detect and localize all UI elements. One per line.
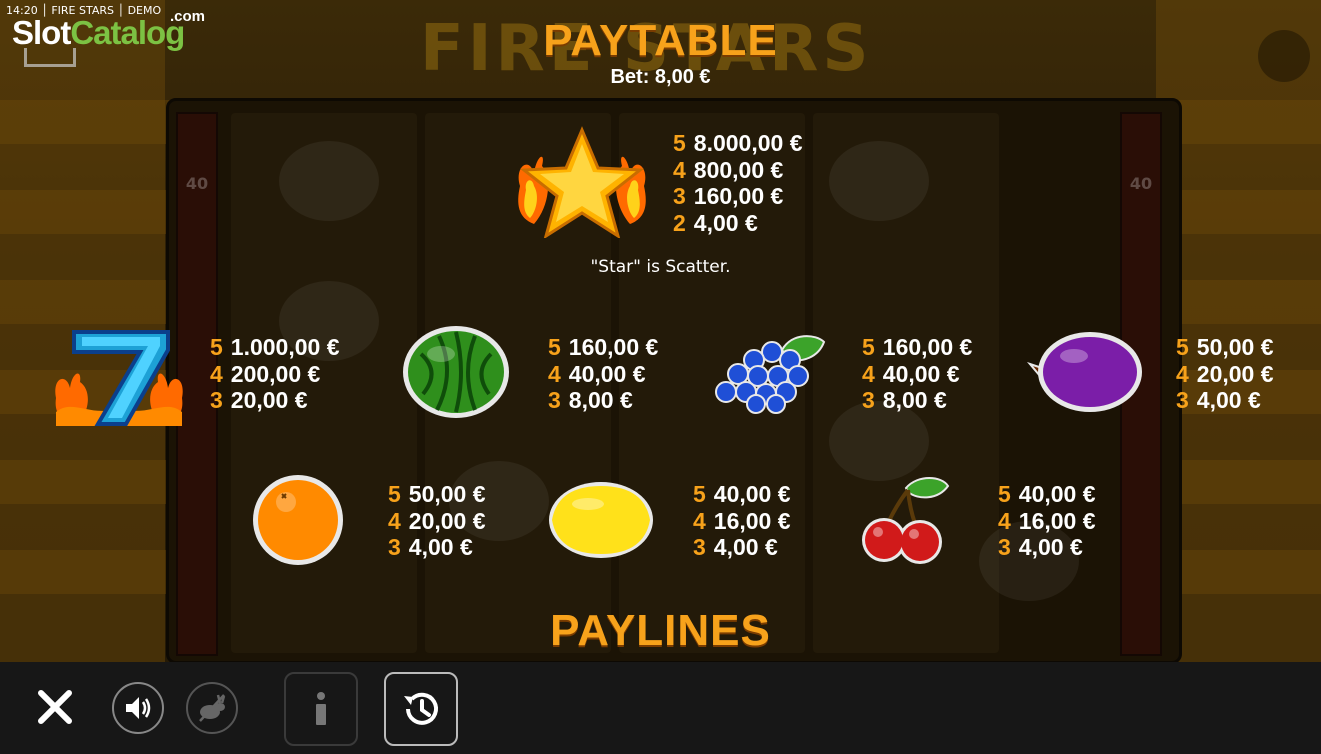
bet-line: Bet: 8,00 €: [610, 66, 711, 88]
orange-paytable: 5 50,00 € 4 20,00 € 3 4,00 €: [388, 481, 486, 560]
meter-left-value: 40: [185, 174, 209, 193]
grapes-icon: [715, 335, 826, 414]
grapes-paytable: 5 160,00 € 4 40,00 € 3 8,00 €: [862, 334, 973, 413]
orange-icon: [253, 475, 343, 565]
star-paytable: 5 8.000,00 € 4 800,00 € 3 160,00 € 2 4,00 €: [673, 130, 803, 236]
fire-star-icon: [518, 126, 646, 238]
close-icon: [38, 690, 72, 724]
paytable-title: PAYTABLE: [543, 16, 778, 65]
watermelon-paytable: 5 160,00 € 4 40,00 € 3 8,00 €: [548, 334, 659, 413]
seven-paytable: 5 1.000,00 € 4 200,00 € 3 20,00 €: [210, 334, 340, 413]
cherries-icon: [862, 477, 950, 564]
lemon-paytable: 5 40,00 € 4 16,00 € 3 4,00 €: [693, 481, 791, 560]
watermelon-icon: [403, 326, 509, 418]
turbo-icon: [199, 694, 226, 722]
close-button[interactable]: [30, 682, 80, 732]
plum-icon: [1026, 332, 1142, 412]
plum-paytable: 5 50,00 € 4 20,00 € 3 4,00 €: [1176, 334, 1274, 413]
history-icon: [404, 692, 438, 725]
history-button[interactable]: [384, 672, 458, 746]
fire-seven-icon: [55, 330, 183, 426]
lemon-icon: [549, 482, 653, 558]
sound-icon: [126, 697, 151, 719]
control-bar: [0, 662, 1321, 754]
info-icon: [316, 692, 326, 725]
turbo-button[interactable]: [186, 682, 238, 734]
meter-right-value: 40: [1129, 174, 1153, 193]
scatter-note: "Star" is Scatter.: [590, 257, 731, 277]
info-button[interactable]: [284, 672, 358, 746]
paylines-title: PAYLINES: [550, 606, 771, 655]
cherries-paytable: 5 40,00 € 4 16,00 € 3 4,00 €: [998, 481, 1096, 560]
sound-button[interactable]: [112, 682, 164, 734]
